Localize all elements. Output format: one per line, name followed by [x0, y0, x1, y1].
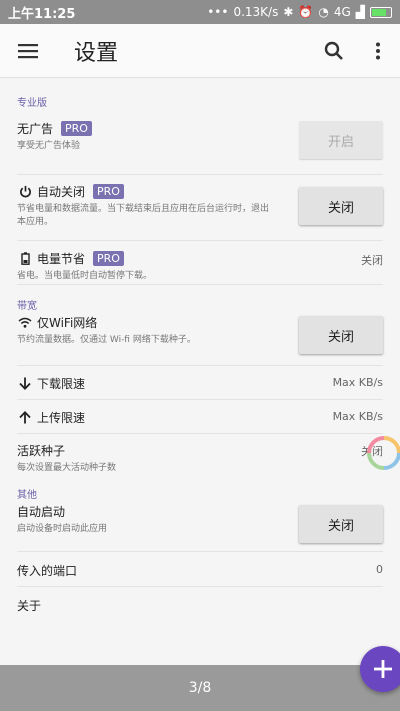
setting-title: 活跃种子	[17, 444, 66, 458]
more-vert-icon[interactable]	[356, 24, 400, 78]
signal-icon: ▟	[355, 5, 365, 19]
setting-subtitle: 节省电量和数据流量。当下载结束后且应用在后台运行时，退出本应用。	[17, 204, 270, 227]
section-header-bandwidth: 带宽	[17, 301, 37, 312]
setting-upload-limit[interactable]: 上传限速 Max KB/s	[17, 400, 383, 434]
setting-value: 关闭	[361, 254, 383, 267]
status-time: 上午11:25	[8, 6, 76, 22]
setting-auto-start[interactable]: 自动启动 启动设备时启动此应用 关闭	[17, 499, 383, 552]
pro-badge: PRO	[61, 121, 92, 136]
settings-list[interactable]: 专业版 无广告 PRO 享受无广告体验 开启 自动关闭 PRO 节省电量和数据流…	[0, 78, 400, 665]
wifi-icon	[17, 315, 33, 331]
setting-title: 上传限速	[37, 411, 86, 425]
setting-incoming-port[interactable]: 传入的端口 0	[17, 552, 383, 587]
setting-value: 0	[376, 563, 383, 576]
page-title: 设置	[74, 40, 119, 66]
setting-title: 仅WiFi网络	[37, 316, 98, 330]
setting-title: 传入的端口	[17, 564, 78, 578]
wifi-only-toggle-button[interactable]: 关闭	[299, 316, 383, 354]
auto-start-toggle-button[interactable]: 关闭	[299, 505, 383, 543]
status-bar: 上午11:25 ••• 0.13K/s ✱ ⏰ ◔ 4G ▟	[0, 0, 400, 24]
battery-icon	[370, 6, 392, 18]
alarm-icon: ⏰	[298, 5, 314, 19]
setting-wifi-only[interactable]: 仅WiFi网络 节约流量数据。仅通过 Wi-fi 网络下载种子。 关闭	[17, 310, 383, 366]
network-type: 4G	[333, 5, 351, 19]
setting-title: 无广告	[17, 122, 54, 136]
setting-value: Max KB/s	[332, 410, 383, 423]
setting-title: 下载限速	[37, 377, 86, 391]
hamburger-menu-icon[interactable]	[0, 24, 56, 78]
enable-no-ads-button[interactable]: 开启	[299, 121, 383, 159]
setting-about[interactable]: 关于	[17, 587, 383, 622]
loading-spinner-icon	[366, 435, 400, 471]
power-icon	[17, 184, 33, 200]
section-header-pro: 专业版	[17, 98, 47, 109]
bluetooth-icon: ✱	[283, 5, 294, 19]
pro-badge: PRO	[93, 251, 124, 266]
setting-value: Max KB/s	[332, 376, 383, 389]
setting-no-ads[interactable]: 无广告 PRO 享受无广告体验 开启	[17, 112, 383, 175]
setting-download-limit[interactable]: 下载限速 Max KB/s	[17, 366, 383, 400]
setting-subtitle: 每次设置最大活动种子数	[17, 463, 117, 473]
arrow-up-icon	[17, 410, 33, 426]
setting-title: 电量节省	[37, 252, 86, 266]
add-fab-button[interactable]	[360, 646, 400, 692]
network-speed: 0.13K/s	[233, 5, 279, 19]
page-indicator: 3/8	[188, 680, 212, 696]
plus-icon	[374, 660, 392, 678]
setting-auto-shutdown[interactable]: 自动关闭 PRO 节省电量和数据流量。当下载结束后且应用在后台运行时，退出本应用…	[17, 175, 383, 241]
arrow-down-icon	[17, 376, 33, 392]
setting-power-save[interactable]: 电量节省 PRO 省电。当电量低时自动暂停下载。 关闭	[17, 241, 383, 285]
pro-badge: PRO	[93, 184, 124, 199]
setting-subtitle: 省电。当电量低时自动暂停下载。	[17, 271, 153, 281]
search-icon[interactable]	[312, 24, 356, 78]
auto-shutdown-toggle-button[interactable]: 关闭	[299, 187, 383, 225]
setting-title: 自动关闭	[37, 185, 86, 199]
setting-title: 自动启动	[17, 505, 66, 519]
battery-saver-icon	[17, 251, 33, 267]
setting-title: 关于	[17, 599, 42, 613]
setting-active-seeds[interactable]: 活跃种子 每次设置最大活动种子数 关闭	[17, 434, 383, 474]
bottom-bar: 3/8	[0, 665, 400, 711]
section-header-other: 其他	[17, 490, 37, 501]
notification-dots: •••	[207, 5, 229, 19]
app-bar: 设置	[0, 24, 400, 78]
wifi-status-icon: ◔	[318, 5, 329, 19]
